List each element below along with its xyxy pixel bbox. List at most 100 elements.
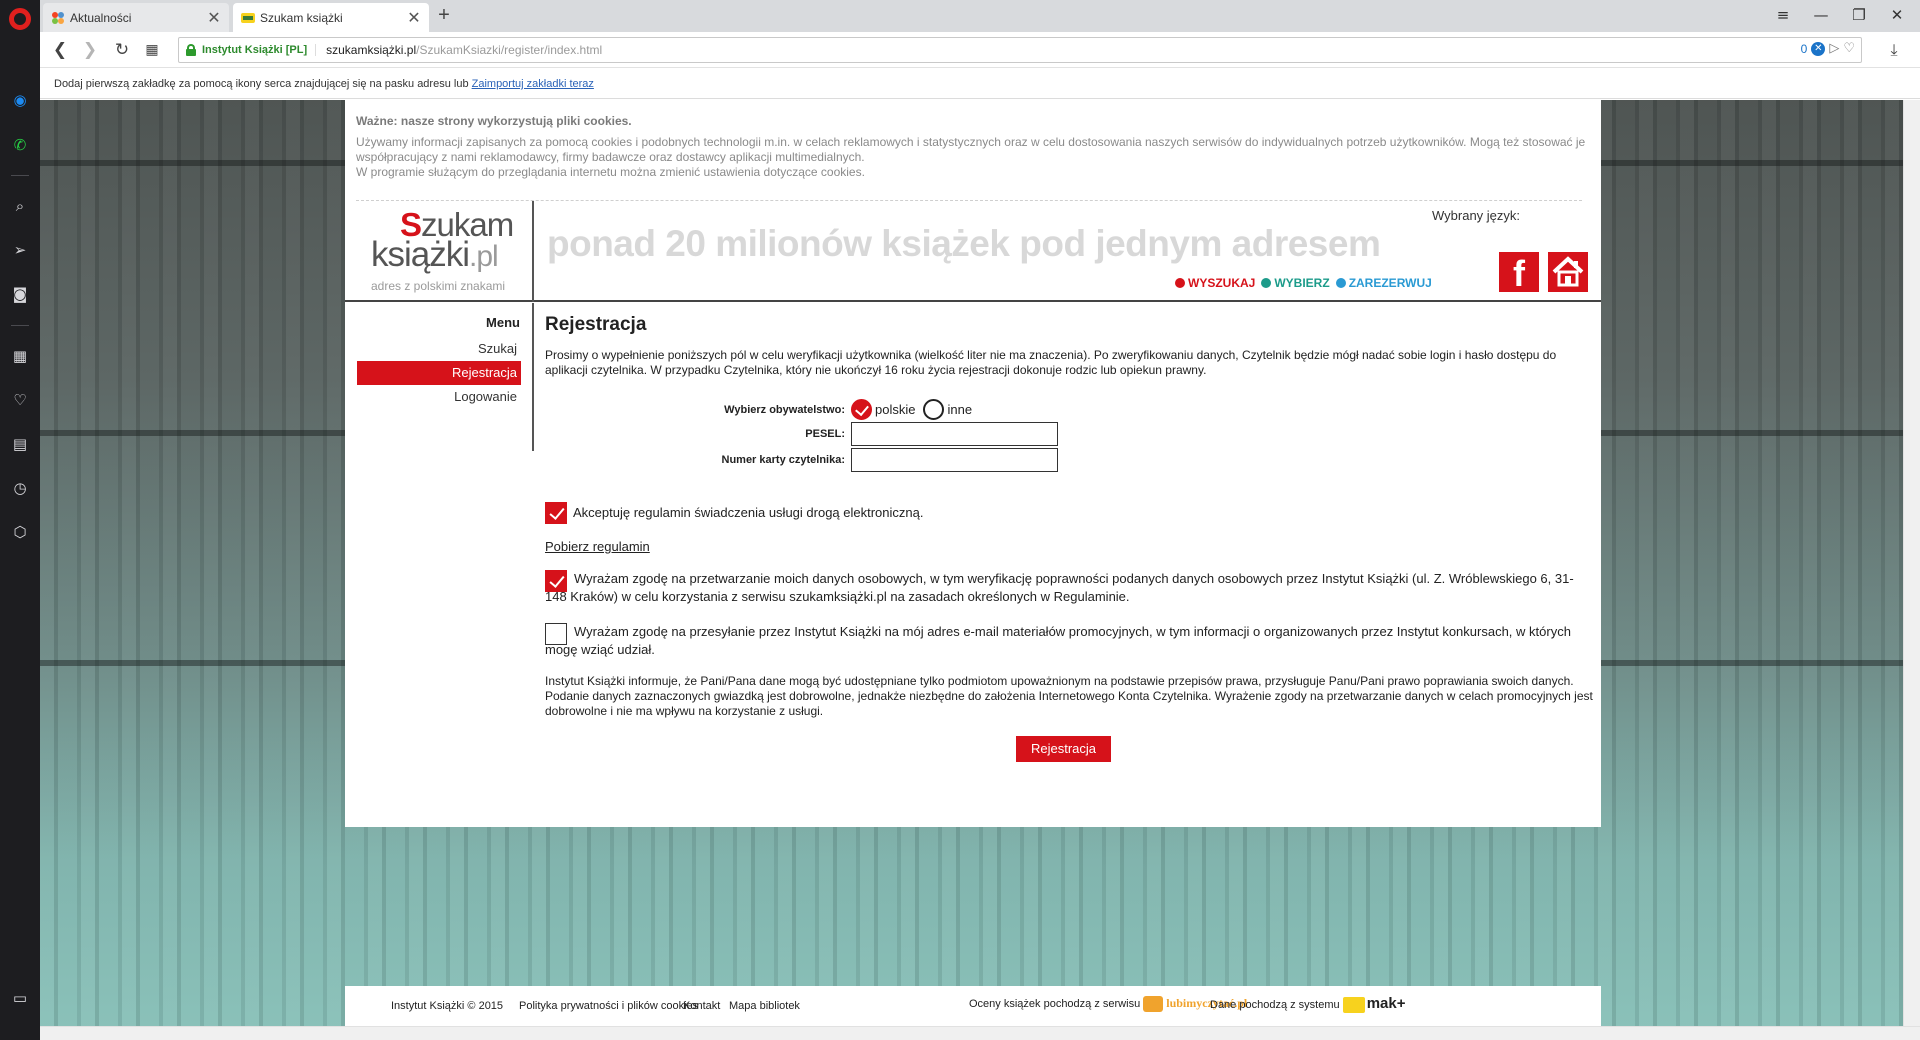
register-button[interactable]: Rejestracja — [1016, 736, 1111, 762]
step-zarezerwuj: ZAREZERWUJ — [1335, 276, 1432, 290]
send-icon[interactable]: ➢ — [10, 240, 30, 260]
logo-tagline: adres z polskimi znakami — [371, 279, 506, 293]
step-wyszukaj: WYSZUKAJ — [1175, 276, 1255, 290]
accept-terms-checkbox[interactable] — [545, 502, 567, 524]
intro-text: Prosimy o wypełnienie poniższych pól w c… — [545, 348, 1557, 377]
accept-terms-row: Akceptuję regulamin świadczenia usługi d… — [545, 502, 923, 524]
green-dot-icon — [1261, 278, 1272, 288]
downloads-icon[interactable]: ⤓ — [1882, 38, 1906, 62]
import-bookmarks-link[interactable]: Zaimportuj zakładki teraz — [472, 78, 594, 90]
address-field[interactable]: Instytut Książki [PL] szukamksiążki.pl /… — [178, 37, 1862, 63]
close-tab-icon[interactable]: ✕ — [407, 8, 421, 28]
download-terms-link[interactable]: Pobierz regulamin — [545, 539, 650, 554]
lock-icon[interactable] — [186, 44, 196, 56]
consent-marketing-label[interactable]: Wyrażam zgodę na przesyłanie przez Insty… — [545, 623, 1595, 659]
close-window-icon[interactable]: ✕ — [1879, 3, 1915, 27]
footer-data-text: Dane pochodzą z systemu — [1210, 999, 1340, 1011]
mak-logo-icon[interactable] — [1342, 997, 1365, 1014]
cookie-text-settings: W programie służącym do przeglądania int… — [356, 165, 865, 179]
pesel-label: PESEL: — [805, 428, 845, 440]
close-tab-icon[interactable]: ✕ — [207, 8, 221, 28]
news-icon[interactable]: ▤ — [10, 434, 30, 454]
new-tab-button[interactable]: + — [432, 4, 456, 28]
menu-item-rejestracja[interactable]: Rejestracja — [357, 361, 521, 385]
footer-privacy-link[interactable]: Polityka prywatności i plików cookies — [519, 1000, 698, 1012]
menu-item-logowanie[interactable]: Logowanie — [357, 385, 521, 409]
minimize-icon[interactable]: — — [1803, 3, 1839, 27]
main-content: Rejestracja Prosimy o wypełnienie poniżs… — [545, 303, 1595, 762]
radio-polskie-label[interactable]: polskie — [875, 402, 915, 417]
home-icon[interactable] — [1548, 252, 1588, 292]
browser-sidebar: ◉ ✆ ⌕ ➢ ◙ ▦ ♡ ▤ ◷ ⬡ ▭ — [0, 0, 40, 1040]
consent-data-label[interactable]: Wyrażam zgodę na przetwarzanie moich dan… — [545, 570, 1595, 606]
consent-data-row: Wyrażam zgodę na przetwarzanie moich dan… — [545, 570, 1595, 606]
messenger-icon[interactable]: ◉ — [10, 90, 30, 110]
footer-data-source: Dane pochodzą z systemu mak+ — [1210, 995, 1406, 1014]
site-identity[interactable]: Instytut Książki [PL] — [202, 44, 317, 56]
footer-ratings-text: Oceny książek pochodzą z serwisu — [969, 998, 1141, 1010]
card-number-label: Numer karty czytelnika: — [721, 454, 846, 466]
vertical-scrollbar[interactable] — [1903, 100, 1920, 1026]
send-to-flow-icon[interactable]: ▷ — [1829, 41, 1839, 56]
bookmarks-bar: Dodaj pierwszą zakładkę za pomocą ikony … — [40, 69, 1920, 99]
reload-icon[interactable]: ↻ — [110, 38, 134, 62]
sidebar-toggle-icon[interactable]: ▭ — [10, 988, 30, 1008]
opera-logo-icon[interactable] — [9, 8, 31, 30]
radio-polskie[interactable] — [851, 399, 872, 420]
mak-text[interactable]: mak+ — [1367, 995, 1406, 1012]
footer-copyright: Instytut Książki © 2015 — [391, 1000, 504, 1012]
facebook-icon[interactable]: f — [1499, 252, 1539, 294]
footer-map-link[interactable]: Mapa bibliotek — [729, 1000, 800, 1012]
radio-inne[interactable] — [923, 399, 945, 420]
lubimyczytac-logo-icon[interactable] — [1143, 996, 1164, 1013]
logo-pl: .pl — [469, 240, 499, 273]
site-header: Szukam książki.pl adres z polskimi znaka… — [345, 201, 1601, 302]
card-number-input[interactable] — [851, 448, 1058, 472]
tab-label: Szukam książki — [260, 10, 343, 25]
speed-dial-icon[interactable]: ▦ — [10, 346, 30, 366]
accept-terms-label[interactable]: Akceptuję regulamin świadczenia usługi d… — [573, 504, 923, 522]
language-label: Wybrany język: — [1432, 208, 1521, 223]
pesel-row: PESEL: — [545, 422, 1058, 446]
site-footer: Instytut Książki © 2015 Polityka prywatn… — [345, 986, 1601, 1026]
footer-ratings: Oceny książek pochodzą z serwisu lubimyc… — [969, 996, 1247, 1013]
extensions-cube-icon[interactable]: ⬡ — [10, 522, 30, 542]
url-path: /SzukamKsiazki/register/index.html — [416, 43, 603, 57]
consent-marketing-row: Wyrażam zgodę na przesyłanie przez Insty… — [545, 623, 1595, 659]
citizenship-label: Wybierz obywatelstwo: — [724, 403, 845, 416]
cookie-text: Używamy informacji zapisanych za pomocą … — [356, 135, 1586, 164]
card-number-row: Numer karty czytelnika: — [545, 448, 1058, 472]
joomla-favicon-icon — [52, 11, 64, 24]
bookmark-heart-icon[interactable]: ♡ — [1843, 41, 1855, 56]
logo-ksiazki: książki — [371, 235, 470, 274]
consent-marketing-checkbox[interactable] — [545, 623, 567, 645]
site-logo[interactable]: Szukam książki.pl adres z polskimi znaka… — [345, 201, 534, 302]
radio-inne-label[interactable]: inne — [947, 402, 972, 417]
steps-strip: WYSZUKAJ WYBIERZ ZAREZERWUJ — [1175, 276, 1432, 290]
snapshot-camera-icon[interactable]: ◙ — [10, 284, 30, 304]
back-arrow-icon[interactable]: ❮ — [48, 38, 72, 62]
pesel-input[interactable] — [851, 422, 1058, 446]
adblock-shield-icon[interactable]: ✕ — [1811, 41, 1826, 56]
page-title: Rejestracja — [545, 314, 647, 335]
tab-aktualnosci[interactable]: Aktualności ✕ — [43, 3, 229, 32]
cookie-title: Ważne: nasze strony wykorzystują pliki c… — [356, 114, 632, 128]
forward-arrow-icon[interactable]: ❯ — [78, 38, 102, 62]
consent-data-checkbox[interactable] — [545, 570, 567, 592]
history-clock-icon[interactable]: ◷ — [10, 478, 30, 498]
tab-strip: Aktualności ✕ Szukam książki ✕ + ≡ — ❐ ✕ — [40, 0, 1920, 32]
bookmark-hint-text: Dodaj pierwszą zakładkę za pomocą ikony … — [54, 78, 469, 90]
data-info-text: Instytut Książki informuje, że Pani/Pana… — [545, 674, 1593, 718]
horizontal-scrollbar[interactable] — [40, 1026, 1920, 1040]
menu-item-szukaj[interactable]: Szukaj — [357, 337, 521, 361]
speed-dial-grid-icon[interactable]: ▦ — [140, 38, 164, 62]
tab-label: Aktualności — [70, 10, 132, 25]
search-icon[interactable]: ⌕ — [10, 196, 30, 216]
address-bar-row: ❮ ❯ ↻ ▦ Instytut Książki [PL] szukamksią… — [40, 32, 1920, 68]
restore-icon[interactable]: ❐ — [1841, 3, 1877, 27]
bookmarks-heart-icon[interactable]: ♡ — [10, 390, 30, 410]
footer-contact-link[interactable]: Kontakt — [683, 1000, 720, 1012]
whatsapp-icon[interactable]: ✆ — [10, 135, 30, 155]
tab-szukam-ksiazki[interactable]: Szukam książki ✕ — [233, 3, 429, 32]
tab-menu-icon[interactable]: ≡ — [1765, 3, 1801, 27]
